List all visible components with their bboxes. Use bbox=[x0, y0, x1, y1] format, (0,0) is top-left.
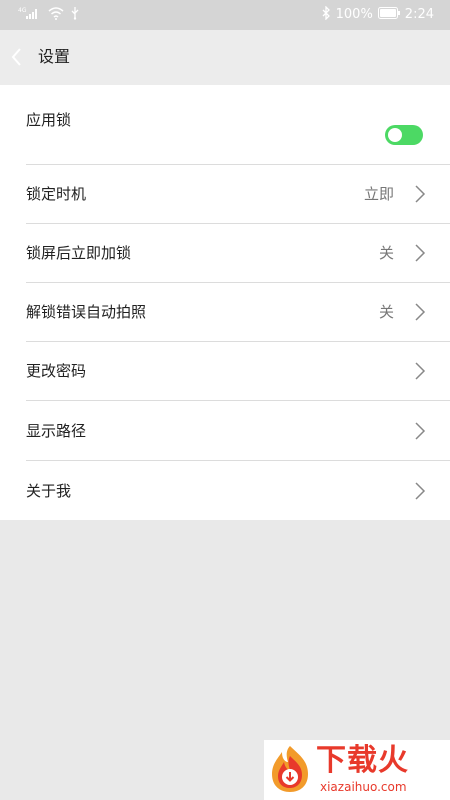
settings-row-intruder-photo[interactable]: 解锁错误自动拍照 关 bbox=[0, 283, 450, 341]
battery-icon bbox=[377, 7, 400, 23]
app-lock-toggle[interactable] bbox=[385, 125, 423, 145]
signal-icon: 4G bbox=[18, 6, 42, 24]
status-left-icons: 4G bbox=[18, 6, 80, 24]
svg-text:4G: 4G bbox=[18, 7, 27, 14]
settings-screen: 4G 100% 2:24 设置 应用锁 锁定时机 立即 锁屏后立即加锁 关 解锁… bbox=[0, 0, 450, 800]
chevron-right-icon bbox=[414, 421, 426, 441]
row-label: 更改密码 bbox=[26, 362, 87, 380]
settings-list: 应用锁 锁定时机 立即 锁屏后立即加锁 关 解锁错误自动拍照 关 更改密码 显示… bbox=[0, 85, 450, 520]
row-label: 锁屏后立即加锁 bbox=[26, 244, 132, 262]
status-right-icons: 100% 2:24 bbox=[322, 5, 434, 24]
row-value: 立即 bbox=[363, 185, 394, 203]
watermark-url: xiazaihuo.com bbox=[320, 780, 407, 794]
usb-icon bbox=[70, 6, 80, 24]
chevron-right-icon bbox=[414, 361, 426, 381]
wifi-icon bbox=[48, 6, 64, 24]
page-title: 设置 bbox=[38, 47, 71, 66]
settings-row-about[interactable]: 关于我 bbox=[0, 461, 450, 520]
watermark-brand: 下载火 bbox=[316, 743, 409, 778]
chevron-right-icon bbox=[414, 481, 426, 501]
row-label: 锁定时机 bbox=[26, 185, 87, 203]
row-label: 显示路径 bbox=[26, 422, 87, 440]
back-icon[interactable] bbox=[10, 47, 24, 67]
settings-row-lock-timing[interactable]: 锁定时机 立即 bbox=[0, 165, 450, 223]
status-time: 2:24 bbox=[404, 7, 434, 22]
row-label: 解锁错误自动拍照 bbox=[26, 303, 147, 321]
site-watermark: 下载火 xiazaihuo.com bbox=[264, 740, 450, 800]
status-bar: 4G 100% 2:24 bbox=[0, 0, 450, 30]
row-label: 关于我 bbox=[26, 482, 72, 500]
settings-row-show-path[interactable]: 显示路径 bbox=[0, 401, 450, 460]
settings-row-change-password[interactable]: 更改密码 bbox=[0, 342, 450, 400]
chevron-right-icon bbox=[414, 302, 426, 322]
row-value: 关 bbox=[378, 303, 394, 321]
chevron-right-icon bbox=[414, 184, 426, 204]
battery-percent: 100% bbox=[335, 7, 373, 22]
app-lock-label: 应用锁 bbox=[26, 111, 72, 129]
settings-row-lock-after-screen-off[interactable]: 锁屏后立即加锁 关 bbox=[0, 224, 450, 282]
chevron-right-icon bbox=[414, 243, 426, 263]
row-value: 关 bbox=[378, 244, 394, 262]
toggle-knob bbox=[388, 128, 402, 142]
app-bar: 设置 bbox=[0, 30, 450, 85]
settings-row-app-lock: 应用锁 bbox=[0, 85, 450, 164]
bluetooth-icon bbox=[322, 5, 331, 24]
flame-logo-icon bbox=[268, 744, 312, 794]
